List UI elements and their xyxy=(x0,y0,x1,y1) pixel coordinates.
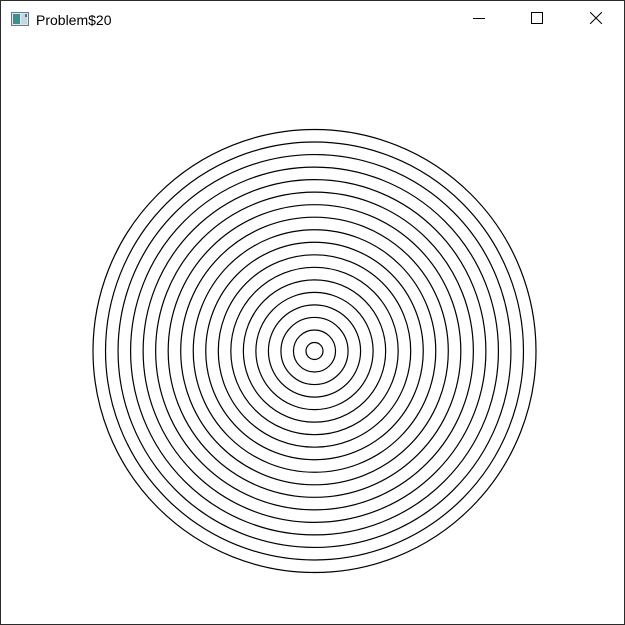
close-button[interactable] xyxy=(567,1,625,39)
ring-circle xyxy=(305,341,324,361)
ring-circle xyxy=(280,316,349,386)
title-bar[interactable]: Problem$20 xyxy=(1,1,624,39)
ring-circle xyxy=(117,153,512,549)
app-window: Problem$20 xyxy=(0,0,625,625)
ring-circle xyxy=(155,191,474,511)
maximize-button[interactable] xyxy=(508,1,566,39)
minimize-button[interactable] xyxy=(450,1,508,39)
ring-circle xyxy=(92,128,537,574)
ring-circle xyxy=(292,329,337,373)
drawing-canvas xyxy=(1,39,624,624)
ring-circle xyxy=(255,291,374,411)
ring-circle xyxy=(192,229,437,473)
ring-circle xyxy=(242,279,387,423)
ring-circle xyxy=(267,304,362,398)
ring-circle xyxy=(167,204,462,498)
window-title: Problem$20 xyxy=(36,12,112,28)
ring-circle xyxy=(180,216,449,486)
ring-circle xyxy=(142,179,487,523)
minimize-icon xyxy=(473,11,485,29)
ring-circle xyxy=(129,166,500,536)
close-icon xyxy=(589,11,603,29)
concentric-circles-drawing xyxy=(92,128,537,574)
ring-circle xyxy=(217,254,412,448)
ring-circle xyxy=(205,241,424,461)
maximize-icon xyxy=(531,11,543,29)
java-window-icon[interactable] xyxy=(11,12,29,26)
